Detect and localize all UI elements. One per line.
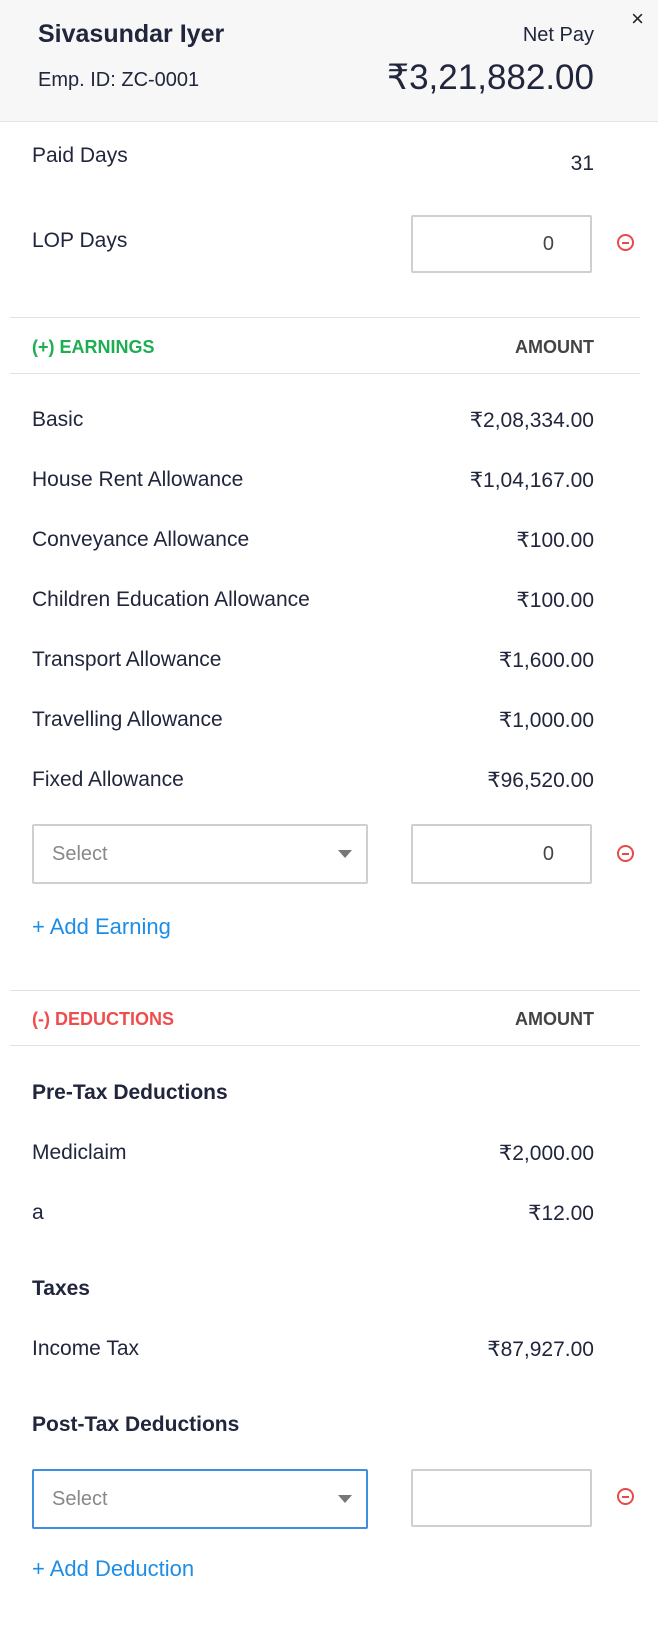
earning-label: House Rent Allowance [32, 468, 244, 491]
earning-amount: ₹2,08,334.00 [469, 409, 594, 432]
earning-label: Travelling Allowance [32, 708, 223, 731]
divider [10, 373, 640, 374]
chevron-down-icon [338, 850, 352, 858]
deduction-select-placeholder: Select [52, 1488, 108, 1510]
remove-circle-icon[interactable] [617, 845, 634, 862]
lop-days-label: LOP Days [32, 229, 128, 252]
pretax-deductions-heading: Pre-Tax Deductions [32, 1081, 228, 1104]
paid-days-label: Paid Days [32, 144, 128, 167]
earning-amount-input[interactable]: 0 [411, 824, 592, 884]
deduction-select[interactable]: Select [32, 1469, 368, 1529]
deduction-label: Mediclaim [32, 1141, 127, 1164]
earnings-amount-heading: AMOUNT [515, 337, 594, 357]
chevron-down-icon [338, 1495, 352, 1503]
close-icon[interactable]: × [631, 6, 644, 32]
tax-label: Income Tax [32, 1337, 139, 1360]
deductions-amount-heading: AMOUNT [515, 1009, 594, 1029]
employee-name: Sivasundar Iyer [38, 20, 225, 48]
earning-label: Children Education Allowance [32, 588, 310, 611]
divider [10, 317, 640, 318]
posttax-deductions-heading: Post-Tax Deductions [32, 1413, 240, 1436]
earning-amount: ₹96,520.00 [487, 769, 594, 792]
lop-days-input[interactable]: 0 [411, 215, 592, 273]
earning-amount: ₹100.00 [516, 589, 594, 612]
earning-label: Fixed Allowance [32, 768, 184, 791]
earning-amount: ₹100.00 [516, 529, 594, 552]
earnings-header: (+) EARNINGS AMOUNT [32, 337, 594, 358]
earning-select-placeholder: Select [52, 843, 108, 865]
earning-amount: ₹1,000.00 [498, 709, 594, 732]
earning-label: Transport Allowance [32, 648, 222, 671]
earning-amount: ₹1,600.00 [498, 649, 594, 672]
net-pay-value: ₹3,21,882.00 [386, 58, 594, 97]
tax-amount: ₹87,927.00 [487, 1338, 594, 1361]
deduction-amount: ₹12.00 [528, 1202, 594, 1225]
taxes-heading: Taxes [32, 1277, 90, 1300]
deduction-amount-input[interactable] [411, 1469, 592, 1527]
deductions-header: (-) DEDUCTIONS AMOUNT [32, 1009, 594, 1030]
remove-circle-icon[interactable] [617, 1488, 634, 1505]
earnings-heading: (+) EARNINGS [32, 337, 155, 357]
deduction-label: a [32, 1201, 44, 1224]
earning-label: Conveyance Allowance [32, 528, 250, 551]
add-earning-link[interactable]: + Add Earning [32, 914, 171, 940]
deductions-heading: (-) DEDUCTIONS [32, 1009, 174, 1029]
remove-circle-icon[interactable] [617, 234, 634, 251]
net-pay-label: Net Pay [522, 24, 594, 46]
earning-label: Basic [32, 408, 84, 431]
divider [10, 990, 640, 991]
divider [10, 1045, 640, 1046]
add-deduction-link[interactable]: + Add Deduction [32, 1556, 194, 1582]
employee-header: Sivasundar Iyer Emp. ID: ZC-0001 Net Pay… [0, 0, 658, 122]
paid-days-value: 31 [570, 152, 594, 175]
paid-days-row: Paid Days 31 [32, 144, 594, 175]
earning-select[interactable]: Select [32, 824, 368, 884]
earning-amount: ₹1,04,167.00 [469, 469, 594, 492]
employee-id: Emp. ID: ZC-0001 [38, 69, 200, 91]
deduction-amount: ₹2,000.00 [498, 1142, 594, 1165]
